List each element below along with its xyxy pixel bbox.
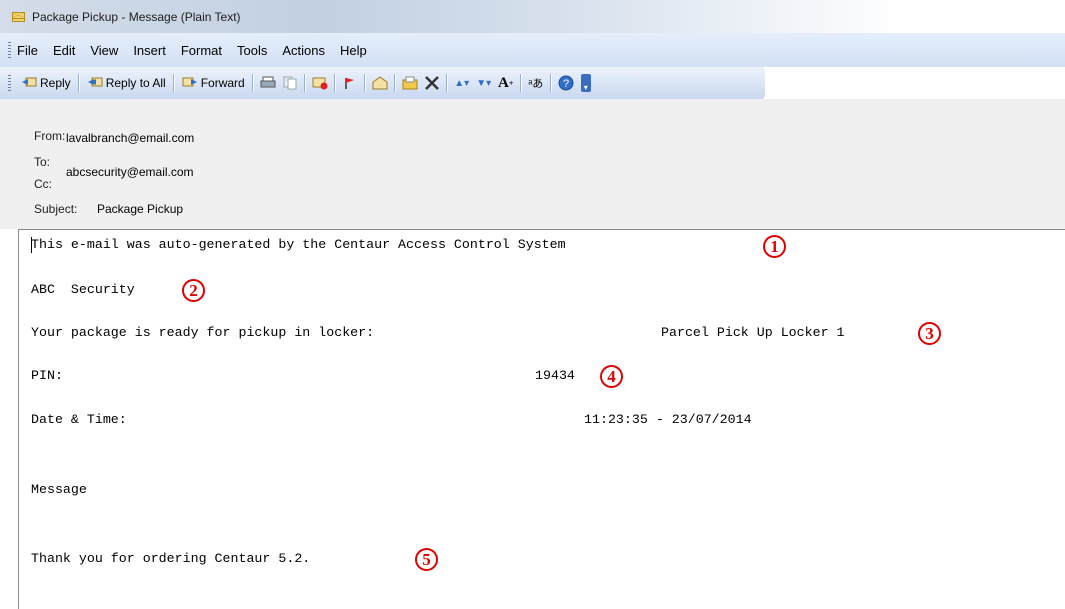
callout-4: 4 bbox=[600, 365, 623, 388]
menu-view[interactable]: View bbox=[90, 43, 118, 58]
message-body[interactable]: This e-mail was auto-generated by the Ce… bbox=[18, 229, 1065, 609]
message-label: Message bbox=[31, 482, 87, 497]
reply-all-label: Reply to All bbox=[105, 76, 166, 90]
cc-label: Cc: bbox=[34, 177, 52, 191]
window-title: Package Pickup - Message (Plain Text) bbox=[32, 9, 241, 24]
next-item-icon[interactable]: ▼▾ bbox=[473, 72, 495, 94]
toolbar-separator bbox=[251, 74, 254, 92]
print-icon[interactable] bbox=[257, 72, 279, 94]
toolbar-separator bbox=[549, 74, 552, 92]
toolbar-separator bbox=[303, 74, 306, 92]
forward-button[interactable]: Forward bbox=[178, 71, 249, 95]
toolbar-separator bbox=[363, 74, 366, 92]
locker-label: Your package is ready for pickup in lock… bbox=[31, 325, 375, 340]
toolbar-separator bbox=[445, 74, 448, 92]
reply-label: Reply bbox=[40, 76, 71, 90]
toolbar-overflow-icon[interactable]: ▾ bbox=[580, 74, 591, 92]
menu-insert[interactable]: Insert bbox=[133, 43, 166, 58]
toolbar-separator bbox=[519, 74, 522, 92]
mark-unread-icon[interactable] bbox=[309, 72, 331, 94]
flag-icon[interactable] bbox=[339, 72, 361, 94]
subject-label: Subject: bbox=[34, 202, 78, 216]
callout-2: 2 bbox=[182, 279, 205, 302]
from-label: From: bbox=[34, 129, 66, 143]
body-line-closing: Thank you for ordering Centaur 5.2. bbox=[31, 551, 311, 566]
datetime-value: 11:23:35 - 23/07/2014 bbox=[584, 412, 752, 427]
menu-edit[interactable]: Edit bbox=[53, 43, 75, 58]
message-header: From: lavalbranch@email.com To: abcsecur… bbox=[0, 99, 1065, 229]
body-line-autogenerated: This e-mail was auto-generated by the Ce… bbox=[31, 237, 566, 252]
toolbar-separator bbox=[172, 74, 175, 92]
pin-value: 19434 bbox=[535, 368, 575, 383]
menu-format[interactable]: Format bbox=[181, 43, 222, 58]
reply-all-icon bbox=[87, 75, 103, 92]
menu-grip bbox=[8, 42, 11, 58]
toolbar-separator bbox=[77, 74, 80, 92]
locker-value: Parcel Pick Up Locker 1 bbox=[661, 325, 845, 340]
encoding-icon[interactable]: ᵃあ bbox=[525, 72, 547, 94]
move-to-folder-icon[interactable] bbox=[399, 72, 421, 94]
toolbar-separator bbox=[333, 74, 336, 92]
subject-value: Package Pickup bbox=[97, 202, 184, 216]
svg-text:?: ? bbox=[563, 78, 569, 90]
previous-item-icon[interactable]: ▲▾ bbox=[451, 72, 473, 94]
reply-button[interactable]: Reply bbox=[17, 71, 75, 95]
body-line-company: ABC Security bbox=[31, 282, 135, 297]
menu-help[interactable]: Help bbox=[340, 43, 367, 58]
to-value[interactable]: abcsecurity@email.com bbox=[66, 165, 194, 179]
toolbar: Reply Reply to All Forward ▲▾ ▼▾ A + ᵃあ … bbox=[0, 67, 765, 99]
title-bar: Package Pickup - Message (Plain Text) bbox=[0, 0, 1065, 33]
menu-tools[interactable]: Tools bbox=[237, 43, 267, 58]
open-envelope-icon[interactable] bbox=[369, 72, 391, 94]
menu-file[interactable]: File bbox=[17, 43, 38, 58]
toolbar-grip bbox=[8, 75, 11, 91]
copy-icon[interactable] bbox=[279, 72, 301, 94]
callout-1: 1 bbox=[763, 235, 786, 258]
forward-label: Forward bbox=[200, 76, 245, 90]
reply-icon bbox=[21, 75, 37, 92]
pin-label: PIN: bbox=[31, 368, 63, 383]
menu-actions[interactable]: Actions bbox=[282, 43, 325, 58]
datetime-label: Date & Time: bbox=[31, 412, 127, 427]
toolbar-separator bbox=[393, 74, 396, 92]
from-value[interactable]: lavalbranch@email.com bbox=[66, 131, 194, 145]
menu-bar: File Edit View Insert Format Tools Actio… bbox=[0, 33, 1065, 67]
forward-icon bbox=[182, 75, 198, 92]
delete-icon[interactable] bbox=[421, 72, 443, 94]
callout-3: 3 bbox=[918, 322, 941, 345]
help-icon[interactable]: ? bbox=[555, 72, 577, 94]
reply-all-button[interactable]: Reply to All bbox=[83, 71, 170, 95]
font-size-icon[interactable]: A + bbox=[495, 72, 517, 94]
to-label: To: bbox=[34, 155, 51, 169]
callout-5: 5 bbox=[415, 548, 438, 571]
envelope-icon bbox=[12, 11, 25, 22]
